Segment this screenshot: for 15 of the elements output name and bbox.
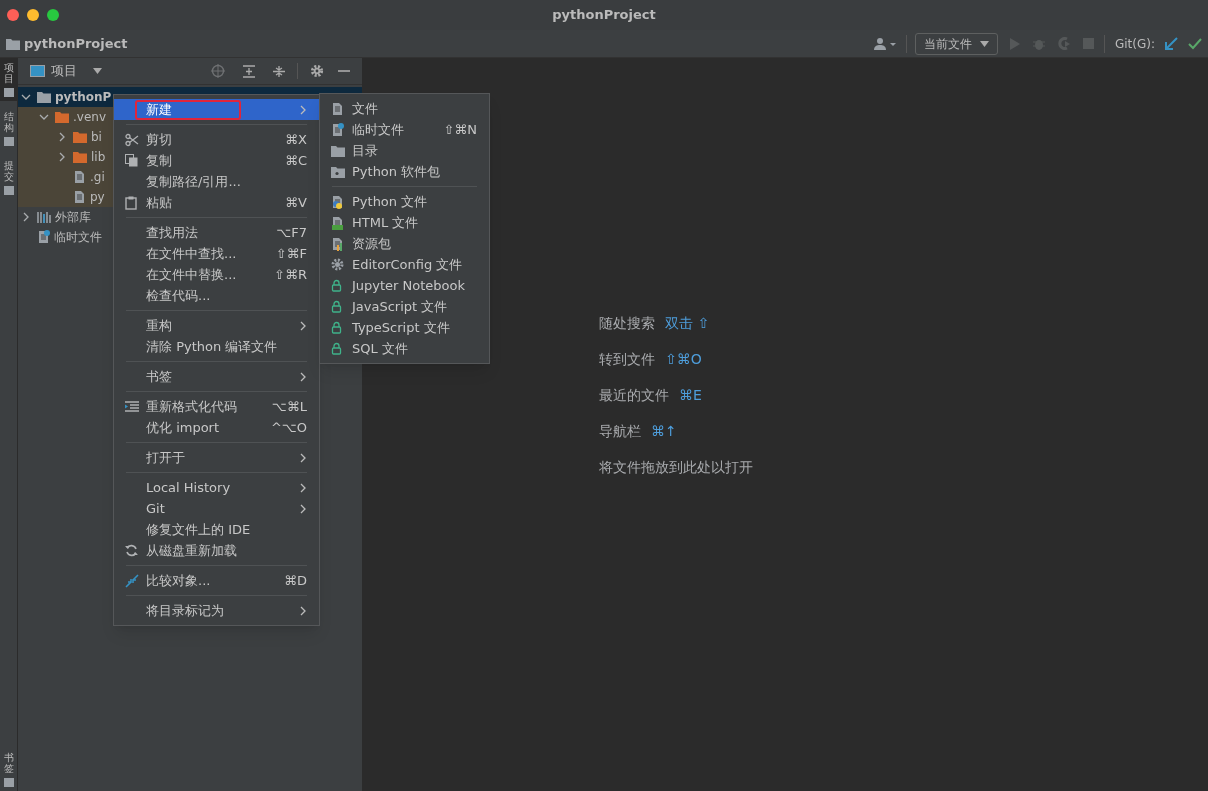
hint-shortcut: ⌘↑: [651, 421, 677, 441]
hint-shortcut: ⌘E: [679, 385, 702, 405]
tab-label: 结构: [3, 111, 14, 133]
hint-label: 将文件拖放到此处以打开: [599, 457, 753, 477]
hint-shortcut: 双击 ⇧: [665, 313, 710, 333]
hint-label: 转到文件: [599, 349, 655, 369]
hint-label: 最近的文件: [599, 385, 669, 405]
hint-label: 随处搜索: [599, 313, 655, 333]
git-label: Git(G):: [1114, 35, 1155, 53]
window-title: pythonProject: [552, 6, 656, 25]
hint-label: 导航栏: [599, 421, 641, 441]
tab-label: 项目: [3, 62, 14, 84]
tab-label: 书签: [3, 752, 14, 774]
tab-label: 提交: [3, 160, 14, 182]
hint-shortcut: ⇧⌘O: [665, 349, 702, 369]
